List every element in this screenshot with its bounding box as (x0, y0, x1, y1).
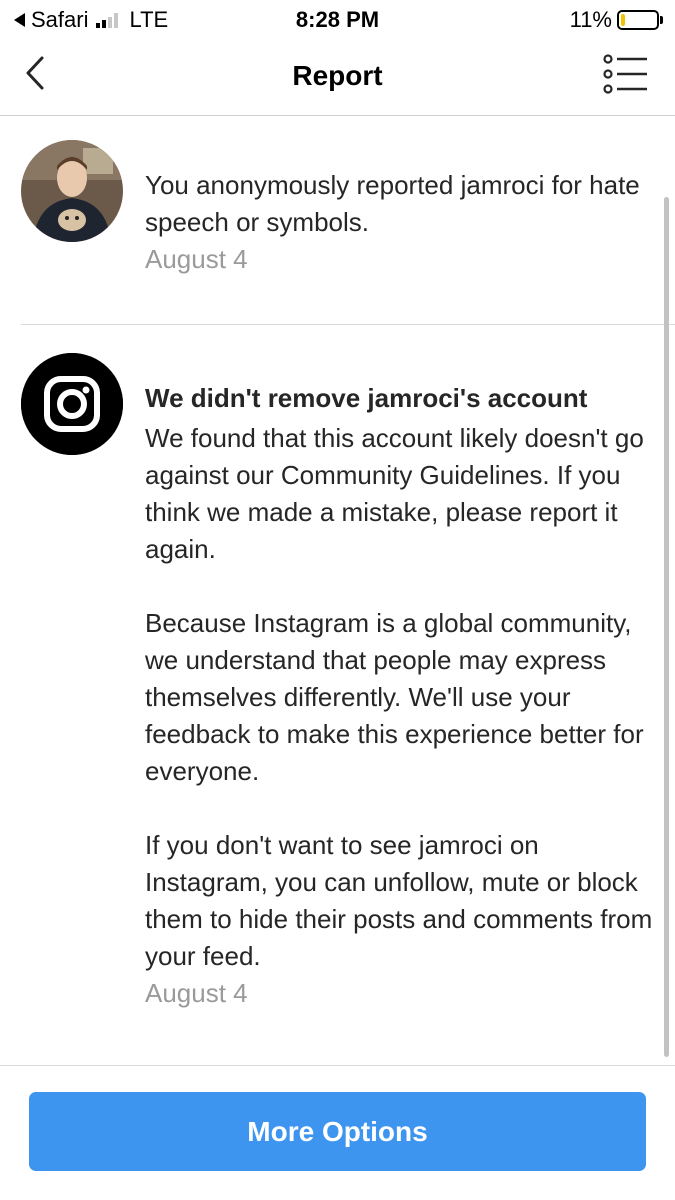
scrollbar[interactable] (664, 197, 669, 1057)
nav-bar: Report (0, 38, 675, 116)
list-menu-icon (603, 54, 647, 94)
user-photo (21, 140, 123, 242)
more-options-button[interactable]: More Options (29, 1092, 646, 1171)
page-title: Report (292, 60, 383, 91)
status-right: 11% (570, 7, 663, 33)
response-paragraph: Because Instagram is a global community,… (145, 608, 644, 786)
response-paragraph: If you don't want to see jamroci on Inst… (145, 830, 653, 971)
report-text-block: You anonymously reported jamroci for hat… (145, 167, 655, 278)
footer-divider (0, 1065, 675, 1066)
response-date: August 4 (145, 978, 248, 1008)
report-date: August 4 (145, 244, 248, 274)
battery-tip (660, 16, 663, 24)
options-menu-button[interactable] (603, 54, 649, 96)
response-item: We didn't remove jamroci's account We fo… (0, 325, 675, 1065)
battery-percent: 11% (569, 7, 612, 32)
reported-user-avatar[interactable] (21, 140, 123, 242)
instagram-avatar (21, 353, 123, 455)
response-paragraph: We found that this account likely doesn'… (145, 423, 644, 564)
report-content[interactable]: You anonymously reported jamroci for hat… (0, 117, 675, 1065)
status-bar: Safari LTE 8:28 PM 11% (0, 0, 675, 38)
response-text-block: We didn't remove jamroci's account We fo… (145, 380, 655, 1012)
battery-level (621, 14, 625, 26)
report-message: You anonymously reported jamroci for hat… (145, 170, 640, 237)
instagram-logo-icon (21, 353, 123, 455)
report-item: You anonymously reported jamroci for hat… (0, 117, 675, 324)
battery-icon (617, 10, 659, 30)
response-headline: We didn't remove jamroci's account (145, 383, 588, 413)
